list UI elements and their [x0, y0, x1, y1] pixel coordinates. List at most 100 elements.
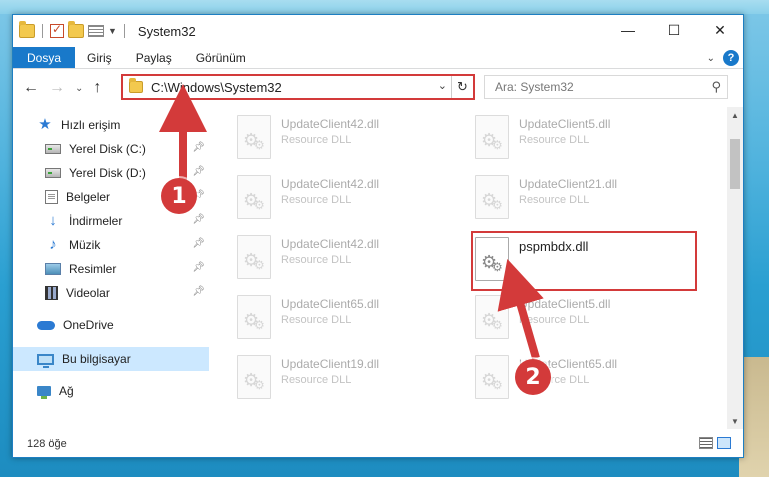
- sidebar-item-label: Resimler: [69, 262, 117, 276]
- properties-check-icon[interactable]: [50, 22, 64, 38]
- sidebar-item-label: Bu bilgisayar: [62, 352, 131, 366]
- pin-icon[interactable]: 📌︎: [192, 166, 205, 177]
- step-2-badge: 2: [515, 359, 551, 395]
- scroll-up-icon[interactable]: ▲: [727, 107, 743, 123]
- documents-icon: [45, 190, 58, 204]
- sidebar-item-pictures[interactable]: Resimler 📌︎: [13, 257, 209, 281]
- dll-file-icon: [237, 115, 271, 159]
- pin-icon[interactable]: 📌︎: [192, 286, 205, 297]
- list-item[interactable]: UpdateClient65.dllResource DLL: [469, 353, 695, 405]
- tab-view[interactable]: Görünüm: [184, 47, 258, 68]
- dll-file-icon: [475, 295, 509, 339]
- list-item[interactable]: UpdateClient42.dll Resource DLL: [231, 173, 457, 225]
- new-folder-icon[interactable]: [68, 21, 84, 38]
- sidebar-item-label: Belgeler: [66, 190, 111, 204]
- list-item[interactable]: UpdateClient19.dll Resource DLL: [231, 353, 457, 405]
- navigation-pane: ★ Hızlı erişim Yerel Disk (C:) 📌︎ Yerel …: [13, 107, 209, 429]
- sidebar-item-label: Videolar: [66, 286, 110, 300]
- list-item[interactable]: UpdateClient5.dll Resource DLL: [469, 293, 695, 345]
- list-item[interactable]: UpdateClient42.dll Resource DLL: [231, 113, 457, 165]
- dll-file-icon: [475, 115, 509, 159]
- pin-icon[interactable]: 📌︎: [192, 262, 205, 273]
- minimize-button[interactable]: —: [605, 15, 651, 45]
- sidebar-item-music[interactable]: ♪ Müzik 📌︎: [13, 233, 209, 257]
- pin-icon[interactable]: 📌︎: [192, 142, 205, 153]
- file-name: UpdateClient5.dll: [519, 297, 611, 311]
- pin-icon[interactable]: 📌︎: [192, 214, 205, 225]
- details-view-icon[interactable]: [699, 437, 713, 449]
- list-item[interactable]: UpdateClient65.dll Resource DLL: [231, 293, 457, 345]
- status-bar: 128 öğe: [13, 431, 743, 457]
- music-icon: ♪: [49, 236, 57, 253]
- pin-icon[interactable]: 📌︎: [192, 238, 205, 249]
- expand-ribbon-chevron-icon[interactable]: ⌄: [707, 53, 715, 64]
- sidebar-item-label: İndirmeler: [69, 214, 123, 228]
- refresh-icon[interactable]: ↻: [451, 76, 473, 98]
- address-dropdown-chevron-icon[interactable]: ⌄: [438, 79, 447, 92]
- help-icon[interactable]: ?: [723, 50, 739, 66]
- sidebar-item-label: Yerel Disk (D:): [69, 166, 146, 180]
- customize-toolbar-chevron-icon[interactable]: ▼: [108, 26, 117, 36]
- sidebar-item-label: Yerel Disk (C:): [69, 142, 146, 156]
- address-bar[interactable]: C:\Windows\System32 ⌄ ↻: [121, 74, 475, 100]
- list-item[interactable]: UpdateClient42.dll Resource DLL: [231, 233, 457, 285]
- window-controls: — ☐ ✕: [605, 15, 743, 45]
- file-description: Resource DLL: [281, 314, 352, 326]
- file-description: Resource DLL: [519, 134, 590, 146]
- background-sky: [0, 0, 769, 14]
- tab-file[interactable]: Dosya: [13, 47, 76, 68]
- network-icon: [37, 386, 51, 399]
- item-count: 128 öğe: [27, 438, 67, 450]
- file-name: UpdateClient42.dll: [281, 237, 380, 251]
- dll-file-icon: [237, 175, 271, 219]
- list-item[interactable]: UpdateClient5.dll Resource DLL: [469, 113, 695, 165]
- sidebar-item-onedrive[interactable]: OneDrive: [13, 313, 209, 337]
- search-input[interactable]: Ara: System32 ⚲: [484, 75, 728, 99]
- view-toggles: [699, 437, 731, 449]
- tab-home[interactable]: Giriş: [75, 47, 124, 68]
- properties-icon[interactable]: [88, 25, 104, 37]
- search-icon: ⚲: [711, 79, 721, 94]
- large-icons-view-icon[interactable]: [717, 437, 731, 449]
- sidebar-item-this-pc[interactable]: Bu bilgisayar: [13, 347, 209, 371]
- file-name: UpdateClient42.dll: [281, 177, 380, 191]
- folder-icon: [19, 21, 35, 38]
- address-path[interactable]: C:\Windows\System32: [151, 80, 282, 95]
- recent-locations-chevron-icon[interactable]: ⌄: [75, 83, 83, 94]
- disk-icon: [45, 168, 61, 178]
- ribbon-tabs: Dosya Giriş Paylaş Görünüm ⌄ ?: [13, 47, 743, 69]
- sidebar-item-local-disk-c[interactable]: Yerel Disk (C:) 📌︎: [13, 137, 209, 161]
- search-placeholder: Ara: System32: [495, 80, 574, 94]
- file-name: UpdateClient65.dll: [281, 297, 380, 311]
- file-list: UpdateClient42.dll Resource DLL UpdateCli…: [209, 107, 743, 429]
- sidebar-item-quick-access[interactable]: ★ Hızlı erişim: [13, 113, 209, 137]
- dll-file-icon: [475, 175, 509, 219]
- scrollbar-thumb[interactable]: [730, 139, 740, 189]
- maximize-button[interactable]: ☐: [651, 15, 697, 45]
- star-icon: ★: [38, 116, 52, 133]
- vertical-scrollbar[interactable]: ▲ ▼: [727, 107, 743, 429]
- sidebar-item-videos[interactable]: Videolar 📌︎: [13, 281, 209, 305]
- file-description: Resource DLL: [281, 254, 352, 266]
- up-arrow-icon[interactable]: ↑: [93, 79, 101, 97]
- sidebar-item-label: Ağ: [59, 384, 74, 398]
- scroll-down-icon[interactable]: ▼: [727, 413, 743, 429]
- cloud-icon: [37, 320, 55, 330]
- sidebar-item-network[interactable]: Ağ: [13, 379, 209, 403]
- tab-share[interactable]: Paylaş: [124, 47, 184, 68]
- file-name: UpdateClient19.dll: [281, 357, 380, 371]
- dll-file-icon: [237, 235, 271, 279]
- quick-access-toolbar: ▼: [13, 21, 128, 38]
- list-item[interactable]: UpdateClient21.dll Resource DLL: [469, 173, 695, 225]
- back-arrow-icon[interactable]: ←: [23, 79, 39, 97]
- file-description: Resource DLL: [519, 314, 590, 326]
- file-name: UpdateClient21.dll: [519, 177, 618, 191]
- forward-arrow-icon[interactable]: →: [49, 79, 65, 97]
- step-1-badge: 1: [161, 178, 197, 214]
- pictures-icon: [45, 263, 61, 275]
- highlight-box-file: [471, 231, 697, 291]
- main-area: ★ Hızlı erişim Yerel Disk (C:) 📌︎ Yerel …: [13, 107, 743, 429]
- close-button[interactable]: ✕: [697, 15, 743, 45]
